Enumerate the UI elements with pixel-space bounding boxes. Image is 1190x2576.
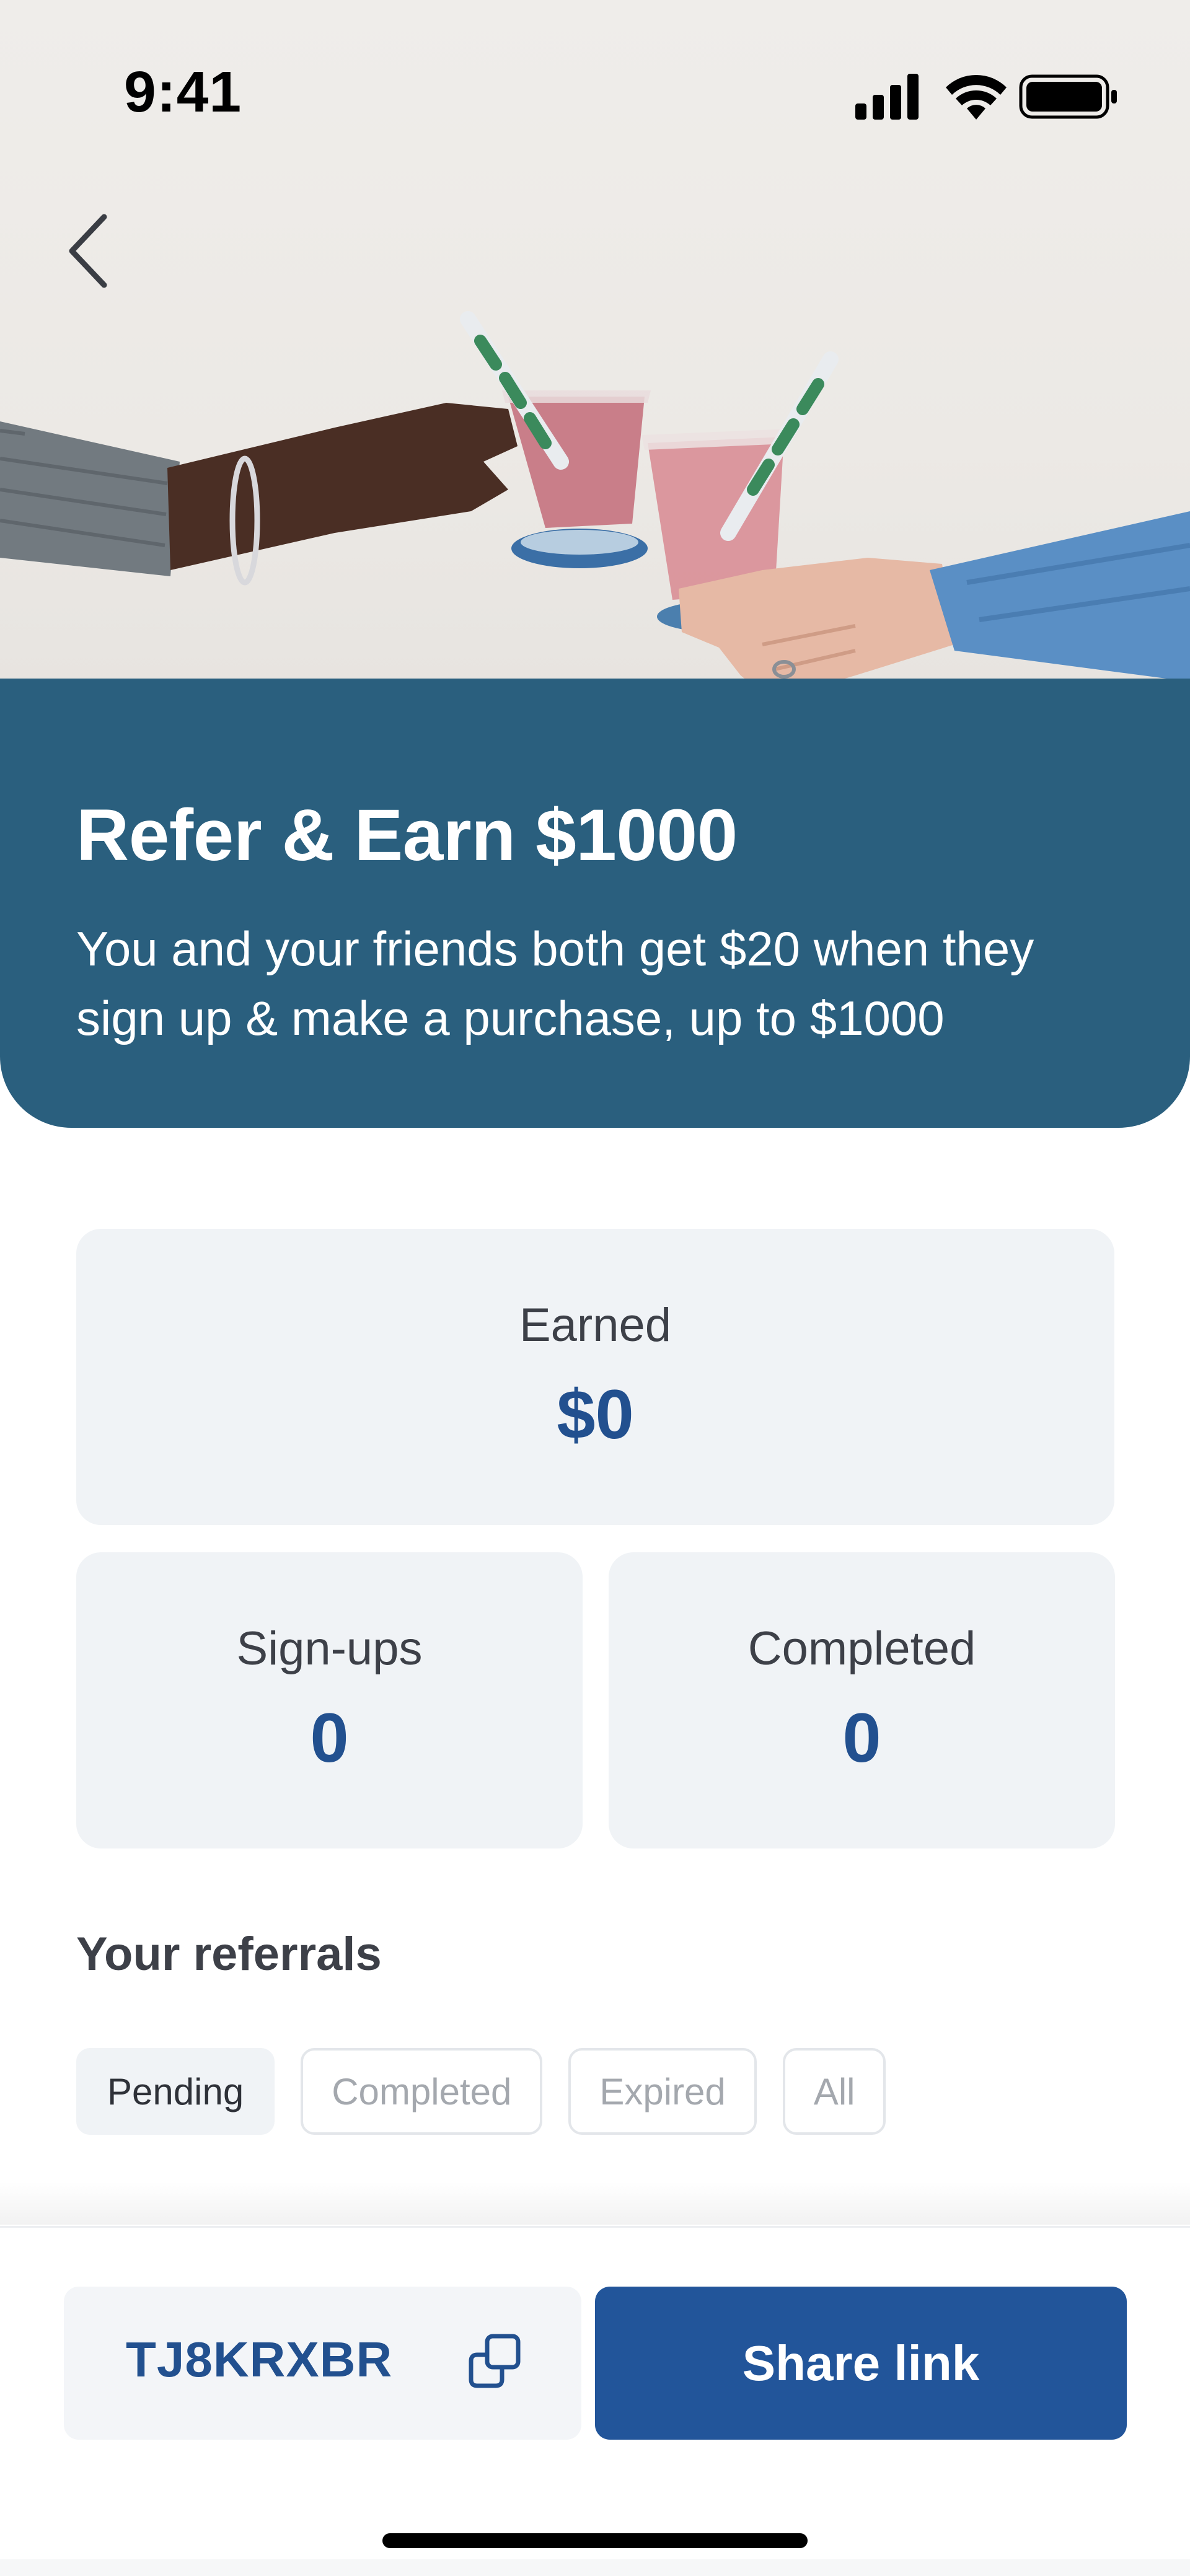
completed-card: Completed 0 bbox=[609, 1552, 1115, 1848]
banner-title: Refer & Earn $1000 bbox=[76, 794, 738, 876]
status-time: 9:41 bbox=[124, 59, 242, 124]
home-indicator bbox=[382, 2533, 808, 2548]
bottom-edge bbox=[0, 2559, 1190, 2576]
referral-banner bbox=[0, 679, 1190, 1128]
earned-card: Earned $0 bbox=[76, 1229, 1114, 1525]
back-button[interactable] bbox=[56, 204, 130, 297]
signups-label: Sign-ups bbox=[236, 1622, 423, 1675]
referral-code: TJ8KRXBR bbox=[126, 2332, 393, 2387]
copy-icon bbox=[469, 2334, 521, 2388]
referral-code-box[interactable]: TJ8KRXBR bbox=[64, 2287, 581, 2440]
filter-pending[interactable]: Pending bbox=[76, 2048, 275, 2135]
referrals-title: Your referrals bbox=[76, 1928, 382, 1980]
completed-value: 0 bbox=[842, 1699, 881, 1777]
completed-label: Completed bbox=[747, 1622, 976, 1675]
banner-description: You and your friends both get $20 when t… bbox=[76, 921, 1034, 1045]
bottom-bar-shadow bbox=[0, 2181, 1190, 2225]
signal-icon bbox=[855, 74, 919, 120]
hero-section: 9:41 bbox=[0, 0, 1190, 744]
status-bar: 9:41 bbox=[0, 0, 1190, 186]
chevron-left-icon bbox=[69, 214, 107, 288]
hero-photo bbox=[0, 311, 1190, 700]
earned-value: $0 bbox=[557, 1376, 634, 1453]
signups-card: Sign-ups 0 bbox=[76, 1552, 583, 1848]
earned-label: Earned bbox=[519, 1299, 672, 1352]
referral-filter-tabs: Pending Completed Expired All bbox=[76, 2048, 886, 2135]
filter-all[interactable]: All bbox=[782, 2048, 886, 2135]
status-icons bbox=[855, 74, 1117, 120]
signups-value: 0 bbox=[310, 1699, 349, 1777]
battery-icon bbox=[1019, 74, 1117, 119]
share-link-button[interactable]: Share link bbox=[595, 2287, 1127, 2440]
filter-completed[interactable]: Completed bbox=[301, 2048, 543, 2135]
filter-expired[interactable]: Expired bbox=[568, 2048, 757, 2135]
copy-button[interactable] bbox=[464, 2330, 526, 2392]
wifi-icon bbox=[946, 74, 1007, 120]
